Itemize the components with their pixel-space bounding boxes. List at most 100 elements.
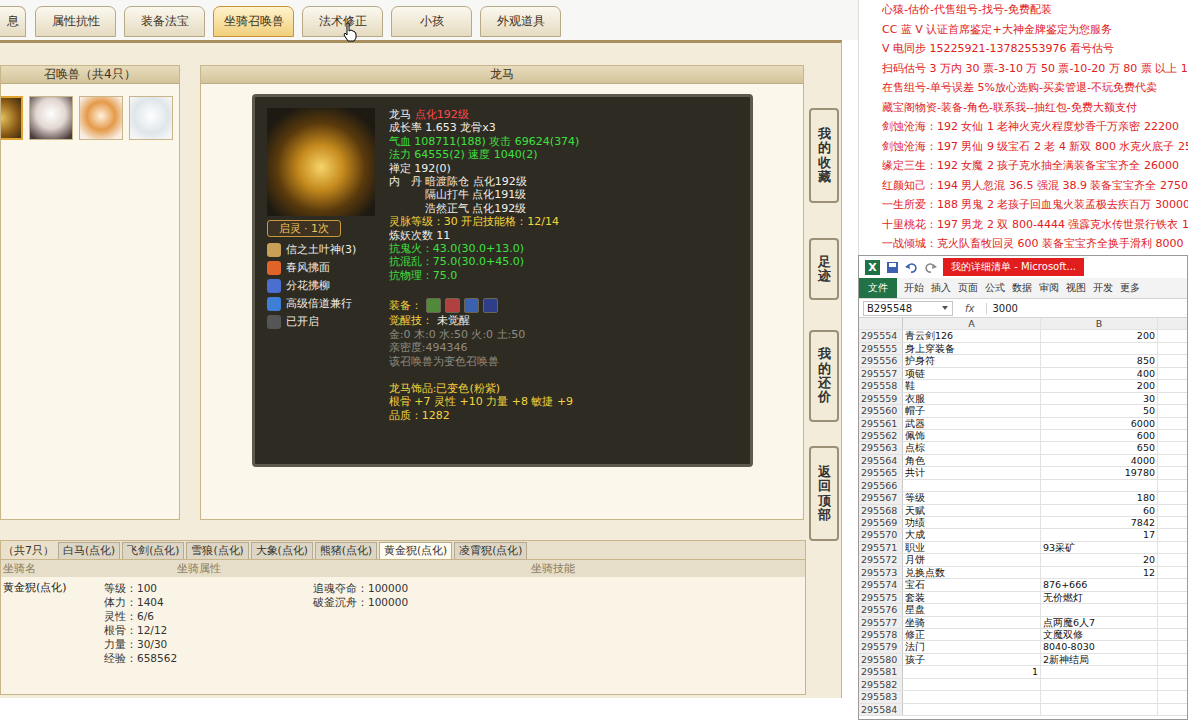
- cell[interactable]: [1158, 480, 1187, 491]
- ribbon-tab[interactable]: 审阅: [1039, 281, 1059, 295]
- cell[interactable]: 等级: [903, 492, 1041, 503]
- cell[interactable]: 8040-8030: [1041, 641, 1158, 652]
- side-button[interactable]: 返回顶部: [809, 446, 839, 541]
- side-button[interactable]: 我的还价: [809, 330, 839, 422]
- cell[interactable]: [1158, 405, 1187, 416]
- ribbon-tab[interactable]: 更多: [1120, 281, 1140, 295]
- cell[interactable]: [903, 691, 1041, 702]
- cell[interactable]: [1158, 343, 1187, 354]
- cell[interactable]: 无价燃灯: [1041, 592, 1158, 603]
- tab[interactable]: 装备法宝: [124, 6, 205, 37]
- cell[interactable]: [1158, 517, 1187, 528]
- cell[interactable]: 套装: [903, 592, 1041, 603]
- cell[interactable]: 功绩: [903, 517, 1041, 528]
- cell[interactable]: 共计: [903, 467, 1041, 478]
- mount-tab[interactable]: 飞剑(点化): [122, 542, 184, 559]
- cell[interactable]: [1158, 592, 1187, 603]
- side-button[interactable]: 足迹: [809, 238, 839, 300]
- tab[interactable]: 法术修正: [302, 6, 383, 37]
- cell[interactable]: 2新神结局: [1041, 654, 1158, 665]
- ribbon-tab[interactable]: 公式: [985, 281, 1005, 295]
- mount-tab[interactable]: 凌霄猊(点化): [454, 542, 527, 559]
- cell[interactable]: [1158, 704, 1187, 715]
- cell[interactable]: 876+666: [1041, 579, 1158, 590]
- cell[interactable]: 职业: [903, 542, 1041, 553]
- cell[interactable]: [1158, 617, 1187, 628]
- cell[interactable]: [1158, 579, 1187, 590]
- side-button[interactable]: 我的收藏: [809, 108, 839, 203]
- cell[interactable]: [1158, 604, 1187, 615]
- cell[interactable]: [1158, 492, 1187, 503]
- cell[interactable]: 坐骑: [903, 617, 1041, 628]
- cell[interactable]: [1041, 480, 1158, 491]
- cell[interactable]: 法门: [903, 641, 1041, 652]
- ribbon-tab[interactable]: 数据: [1012, 281, 1032, 295]
- ribbon-tab[interactable]: 视图: [1066, 281, 1086, 295]
- ribbon-tab[interactable]: 开发: [1093, 281, 1113, 295]
- mount-tab[interactable]: 黄金猊(点化): [379, 542, 452, 559]
- cell[interactable]: 宝石: [903, 579, 1041, 590]
- cell[interactable]: 4000: [1041, 455, 1158, 466]
- pet-thumbnail[interactable]: [0, 96, 23, 140]
- cell[interactable]: 武器: [903, 418, 1041, 429]
- cell[interactable]: [903, 480, 1041, 491]
- cell[interactable]: 50: [1041, 405, 1158, 416]
- equipment-icon[interactable]: [464, 298, 479, 313]
- mount-tab[interactable]: 白马(点化): [58, 542, 120, 559]
- ribbon-tab[interactable]: 插入: [931, 281, 951, 295]
- cell[interactable]: 星盘: [903, 604, 1041, 615]
- cell[interactable]: [1158, 691, 1187, 702]
- cell[interactable]: 兑换点数: [903, 567, 1041, 578]
- tab[interactable]: 息: [0, 6, 26, 37]
- cell[interactable]: 12: [1041, 567, 1158, 578]
- name-box[interactable]: B295548: [863, 301, 953, 316]
- cell[interactable]: 20: [1041, 554, 1158, 565]
- cell[interactable]: 修正: [903, 629, 1041, 640]
- cell[interactable]: 30: [1041, 393, 1158, 404]
- cell[interactable]: 650: [1041, 442, 1158, 453]
- cell[interactable]: [1158, 418, 1187, 429]
- cell[interactable]: 佩饰: [903, 430, 1041, 441]
- cell[interactable]: 19780: [1041, 467, 1158, 478]
- cell[interactable]: [1158, 442, 1187, 453]
- tab[interactable]: 外观道具: [480, 6, 561, 37]
- mount-tab[interactable]: 大象(点化): [251, 542, 313, 559]
- ribbon-tab[interactable]: 文件: [859, 278, 897, 298]
- tab[interactable]: 小孩: [391, 6, 472, 37]
- cell[interactable]: [1158, 355, 1187, 366]
- cell[interactable]: 60: [1041, 505, 1158, 516]
- cell[interactable]: [1158, 529, 1187, 540]
- tab[interactable]: 属性抗性: [35, 6, 116, 37]
- cell[interactable]: 项链: [903, 368, 1041, 379]
- skill-item[interactable]: 春风拂面: [267, 260, 377, 275]
- cell[interactable]: [1041, 704, 1158, 715]
- equipment-icon[interactable]: [426, 298, 441, 313]
- cell[interactable]: [1158, 679, 1187, 690]
- cell[interactable]: [1158, 505, 1187, 516]
- cell[interactable]: [903, 679, 1041, 690]
- cell[interactable]: 天赋: [903, 505, 1041, 516]
- equipment-icon[interactable]: [445, 298, 460, 313]
- ribbon-tab[interactable]: 开始: [904, 281, 924, 295]
- cell[interactable]: 200: [1041, 330, 1158, 341]
- cell[interactable]: 月饼: [903, 554, 1041, 565]
- cell[interactable]: 鞋: [903, 380, 1041, 391]
- cell[interactable]: [1041, 666, 1158, 677]
- cell[interactable]: [1158, 554, 1187, 565]
- cell[interactable]: 600: [1041, 430, 1158, 441]
- cell[interactable]: [1041, 343, 1158, 354]
- cell[interactable]: 孩子: [903, 654, 1041, 665]
- pet-thumbnail[interactable]: [129, 96, 173, 140]
- cell[interactable]: 1: [903, 666, 1041, 677]
- cell[interactable]: 200: [1041, 380, 1158, 391]
- cell[interactable]: 身上穿装备: [903, 343, 1041, 354]
- skill-item[interactable]: 分花拂柳: [267, 278, 377, 293]
- ribbon-tab[interactable]: 页面: [958, 281, 978, 295]
- cell[interactable]: 衣服: [903, 393, 1041, 404]
- cell[interactable]: 17: [1041, 529, 1158, 540]
- cell[interactable]: [1158, 430, 1187, 441]
- mount-tab[interactable]: 雪狼(点化): [186, 542, 248, 559]
- cell[interactable]: [1158, 542, 1187, 553]
- cell[interactable]: [903, 704, 1041, 715]
- cell[interactable]: [1041, 679, 1158, 690]
